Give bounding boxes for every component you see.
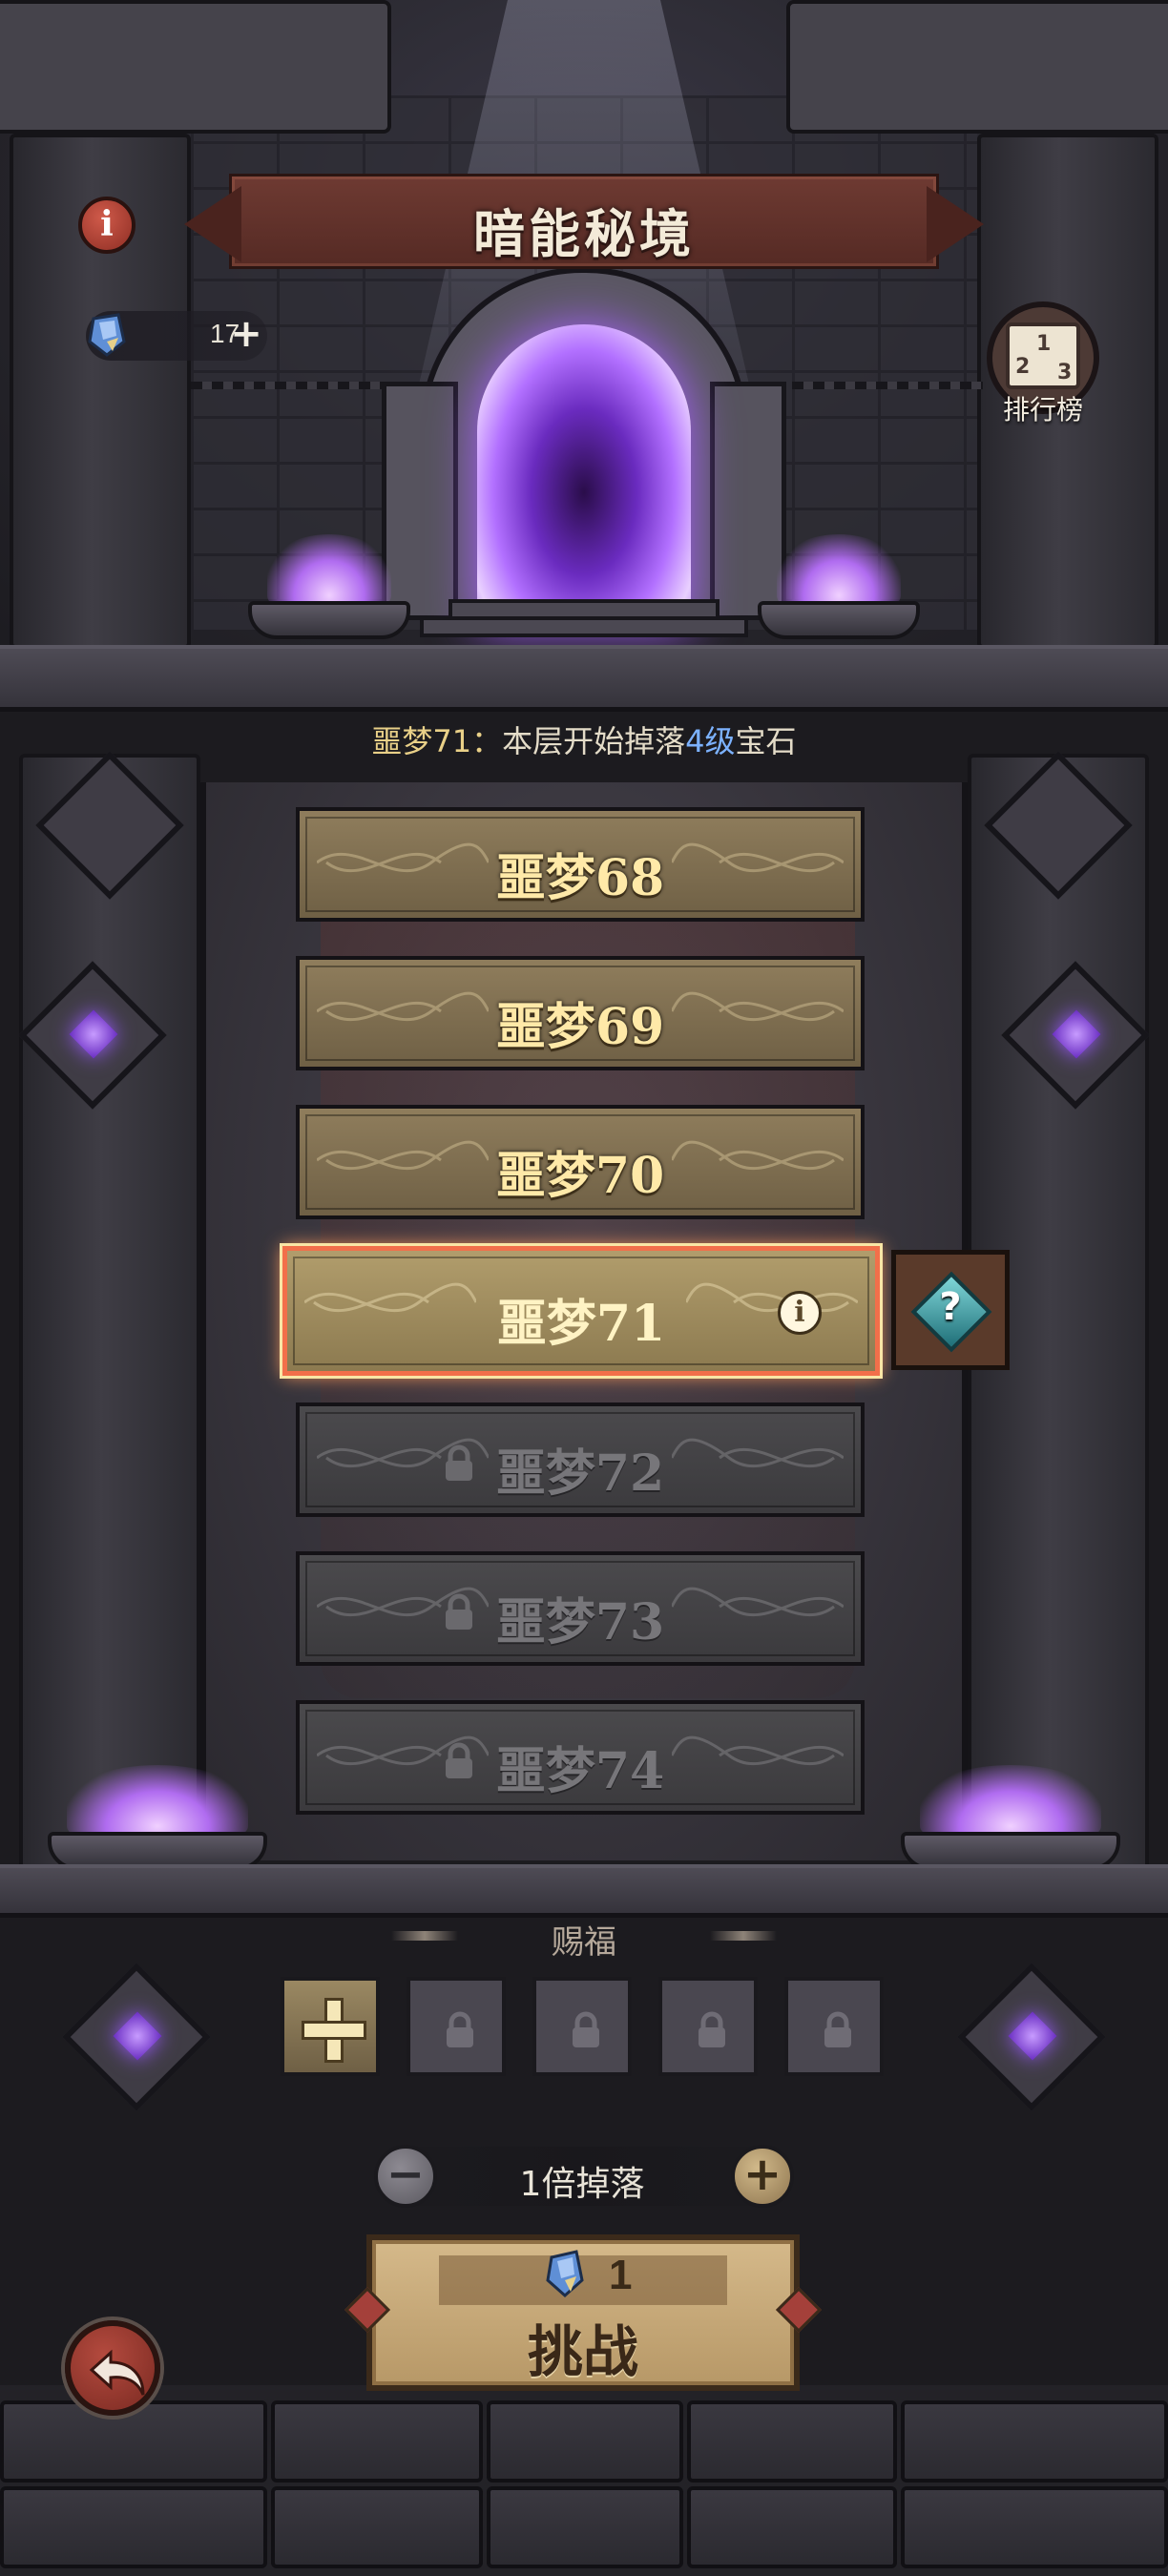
- pillar-left: [19, 754, 200, 1870]
- top-left-beam: [0, 0, 391, 134]
- level-button-73-locked[interactable]: 噩梦73: [296, 1551, 865, 1666]
- plus-icon-bar: [302, 2021, 366, 2040]
- blue-gem-icon: [546, 2250, 584, 2297]
- level-label: 噩梦73: [495, 1593, 665, 1652]
- blessing-slot-locked[interactable]: [407, 1977, 506, 2076]
- page-title: 暗能秘境: [473, 204, 695, 264]
- level-label: 噩梦70: [495, 1147, 665, 1205]
- blessing-title: 赐福: [552, 1923, 616, 1962]
- brazier-right-top: [758, 496, 920, 639]
- hint-highlight: 4级: [685, 723, 736, 759]
- drop-hint: 噩梦71：本层开始掉落4级宝石: [0, 717, 1168, 761]
- drop-multiplier-bar: 1倍掉落: [401, 2147, 763, 2206]
- decrease-multiplier-button[interactable]: −: [374, 2145, 437, 2208]
- drop-multiplier-label: 1倍掉落: [519, 2165, 645, 2204]
- top-right-beam: [786, 0, 1168, 134]
- floor: [0, 2385, 1168, 2576]
- challenge-label: 挑战: [527, 2319, 638, 2384]
- brazier-left: [48, 1708, 267, 1870]
- blue-gem-icon: [88, 313, 126, 357]
- back-button[interactable]: [65, 2320, 160, 2416]
- lock-icon: [447, 2011, 473, 2047]
- hint-middle: 本层开始掉落: [502, 723, 686, 759]
- level-button-74-locked[interactable]: 噩梦74: [296, 1700, 865, 1815]
- hint-suffix: 宝石: [735, 723, 797, 759]
- lock-icon: [573, 2011, 599, 2047]
- upper-ledge: [0, 645, 1168, 712]
- blessing-slot-locked[interactable]: [658, 1977, 758, 2076]
- level-button-69[interactable]: 噩梦69: [296, 956, 865, 1070]
- challenge-button[interactable]: 1 挑战: [366, 2234, 800, 2391]
- leaderboard-button[interactable]: 2 1 3 排行榜: [981, 301, 1105, 426]
- question-mark: ?: [939, 1285, 962, 1329]
- game-screen: 暗能秘境 i 17 + 2 1 3 排行榜 噩梦71：本层开始掉落4级宝石 噩梦…: [0, 0, 1168, 2576]
- info-icon: i: [100, 204, 114, 244]
- hint-prefix: 噩梦71：: [371, 723, 503, 759]
- blessing-slot-locked[interactable]: [532, 1977, 632, 2076]
- title-banner: 暗能秘境: [229, 174, 939, 269]
- blessing-add-slot[interactable]: [281, 1977, 380, 2076]
- back-arrow-icon: [89, 2349, 145, 2396]
- level-label: 噩梦74: [495, 1742, 665, 1800]
- mystery-reward-button[interactable]: ?: [891, 1250, 1010, 1370]
- blessing-ornament-right: [710, 1931, 777, 1941]
- level-button-72-locked[interactable]: 噩梦72: [296, 1402, 865, 1517]
- level-button-70[interactable]: 噩梦70: [296, 1105, 865, 1219]
- level-button-71-selected[interactable]: 噩梦71 i: [282, 1246, 880, 1376]
- increase-multiplier-button[interactable]: +: [731, 2145, 794, 2208]
- leaderboard-label: 排行榜: [1002, 394, 1083, 426]
- brazier-left-top: [248, 496, 410, 639]
- lock-icon: [824, 2011, 851, 2047]
- lower-ledge: [0, 1864, 1168, 1918]
- portal-gate: [363, 239, 805, 639]
- chain-right: [792, 382, 983, 389]
- portal-swirl: [477, 324, 691, 630]
- brazier-right: [901, 1708, 1120, 1870]
- lock-icon: [699, 2011, 725, 2047]
- level-button-68[interactable]: 噩梦68: [296, 807, 865, 922]
- level-label: 噩梦68: [495, 849, 665, 907]
- chain-left: [191, 382, 382, 389]
- blessing-slot-locked[interactable]: [784, 1977, 884, 2076]
- level-label: 噩梦72: [495, 1444, 665, 1503]
- podium-icon: 2 1 3: [1006, 322, 1080, 389]
- challenge-cost: 1: [609, 2252, 633, 2298]
- currency-add-button[interactable]: +: [227, 311, 265, 357]
- info-button[interactable]: i: [78, 197, 136, 254]
- level-label: 噩梦69: [495, 998, 665, 1056]
- level-info-icon[interactable]: i: [778, 1291, 822, 1335]
